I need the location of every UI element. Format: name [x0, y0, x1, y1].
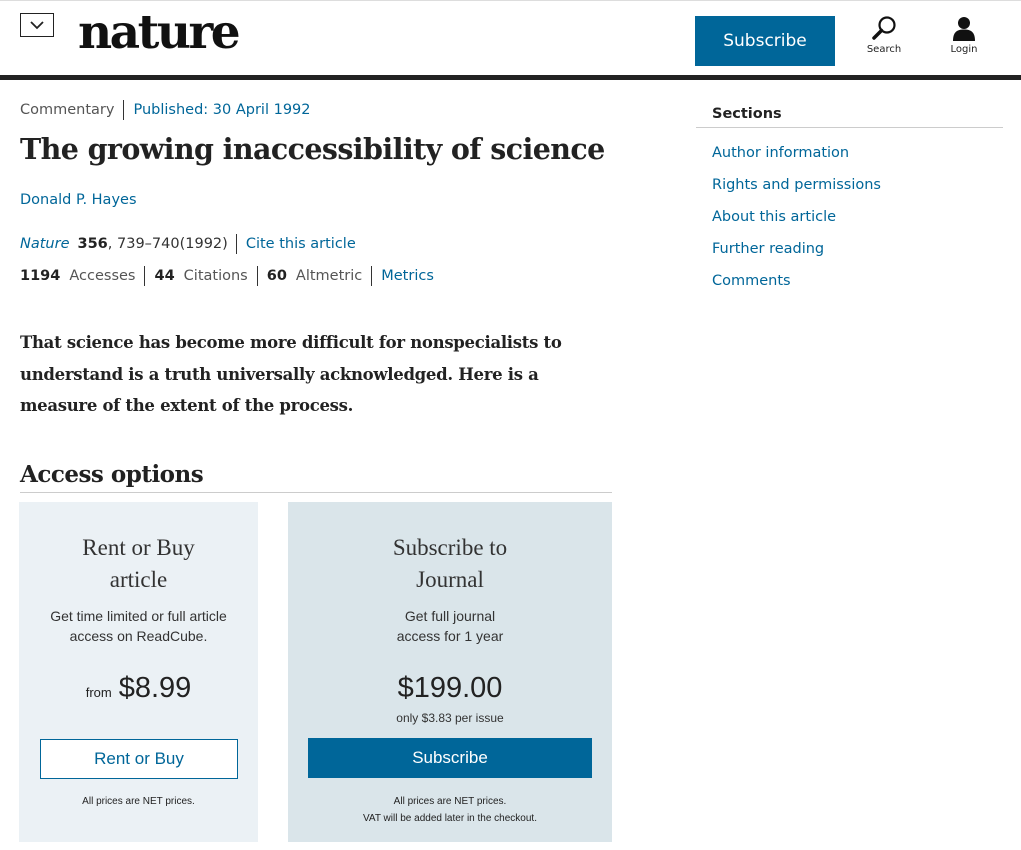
sections-heading: Sections: [712, 106, 782, 122]
section-link-comments[interactable]: Comments: [712, 271, 791, 291]
price-note-line: All prices are NET prices.: [393, 796, 507, 807]
card-desc-line: access on ReadCube.: [69, 628, 208, 644]
card-title-line: Rent or Buy: [82, 535, 195, 560]
menu-toggle-button[interactable]: [20, 13, 54, 37]
price-value: $8.99: [118, 672, 192, 704]
site-header: nature Subscribe Search Login: [0, 0, 1021, 80]
nature-logo[interactable]: nature: [78, 3, 241, 63]
published-date[interactable]: Published: 30 April 1992: [124, 100, 310, 120]
login-button[interactable]: Login: [934, 15, 994, 55]
article-type: Commentary: [20, 100, 125, 120]
search-icon: [872, 16, 896, 40]
metric-label: Accesses: [69, 268, 136, 284]
card-title: Subscribe to Journal: [288, 532, 612, 596]
card-title-line: article: [109, 567, 168, 592]
access-options-heading: Access options: [20, 461, 204, 488]
section-link-author-information[interactable]: Author information: [712, 143, 849, 163]
user-icon: [953, 17, 975, 41]
subscribe-price: $199.00: [288, 672, 612, 705]
article-standfirst: That science has become more difficult f…: [20, 333, 562, 415]
search-button[interactable]: Search: [854, 15, 914, 55]
subscribe-journal-card: Subscribe to Journal Get full journal ac…: [288, 502, 612, 842]
rent-or-buy-card: Rent or Buy article Get time limited or …: [19, 502, 258, 842]
metrics-bar: 1194 Accesses 44 Citations 60 Altmetric …: [20, 266, 434, 286]
section-link-about-this-article[interactable]: About this article: [712, 207, 836, 227]
article-meta: Commentary Published: 30 April 1992: [20, 100, 311, 120]
metric-label: Altmetric: [295, 268, 363, 284]
card-title-line: Subscribe to: [392, 535, 508, 560]
chevron-down-icon: [30, 20, 44, 29]
metric-citations: 44 Citations: [154, 266, 258, 286]
card-title-line: Journal: [416, 567, 484, 592]
metric-altmetric: 60 Altmetric: [267, 266, 373, 286]
card-desc-line: Get time limited or full article: [50, 608, 227, 624]
card-desc-line: Get full journal: [404, 608, 496, 624]
header-subscribe-button[interactable]: Subscribe: [695, 16, 835, 66]
card-title: Rent or Buy article: [19, 532, 258, 596]
price-value: $199.00: [397, 672, 503, 704]
rent-or-buy-button[interactable]: Rent or Buy: [40, 739, 238, 779]
access-divider: [20, 492, 612, 493]
price-note: All prices are NET prices. VAT will be a…: [288, 793, 612, 827]
price-note: All prices are NET prices.: [82, 796, 195, 807]
section-link-further-reading[interactable]: Further reading: [712, 239, 824, 259]
citation-line: Nature 356 , 739–740(1992) Cite this art…: [20, 234, 356, 254]
metrics-link[interactable]: Metrics: [381, 266, 434, 286]
login-label: Login: [950, 44, 978, 55]
metric-count: 1194: [20, 268, 61, 284]
metric-accesses: 1194 Accesses: [20, 266, 146, 286]
price-note-line: VAT will be added later in the checkout.: [363, 813, 537, 824]
header-divider: [0, 75, 1021, 80]
card-description: Get full journal access for 1 year: [288, 606, 612, 646]
price-per-issue: only $3.83 per issue: [396, 711, 504, 725]
journal-volume: 356: [77, 236, 108, 252]
search-label: Search: [866, 44, 902, 55]
section-link-rights-and-permissions[interactable]: Rights and permissions: [712, 175, 881, 195]
price-from-label: from: [85, 685, 112, 700]
cite-article-link[interactable]: Cite this article: [237, 234, 356, 254]
metric-count: 60: [266, 268, 287, 284]
journal-name: Nature: [20, 236, 70, 252]
metric-count: 44: [154, 268, 175, 284]
article-title: The growing inaccessibility of science: [20, 132, 605, 166]
journal-pages: , 739–740(1992): [108, 234, 237, 254]
metric-label: Citations: [183, 268, 248, 284]
subscribe-journal-button[interactable]: Subscribe: [308, 738, 592, 778]
card-desc-line: access for 1 year: [396, 628, 504, 644]
card-description: Get time limited or full article access …: [19, 606, 258, 646]
rent-price: from $8.99: [19, 672, 258, 705]
author-link[interactable]: Donald P. Hayes: [20, 190, 137, 210]
sections-divider: [696, 127, 1003, 128]
